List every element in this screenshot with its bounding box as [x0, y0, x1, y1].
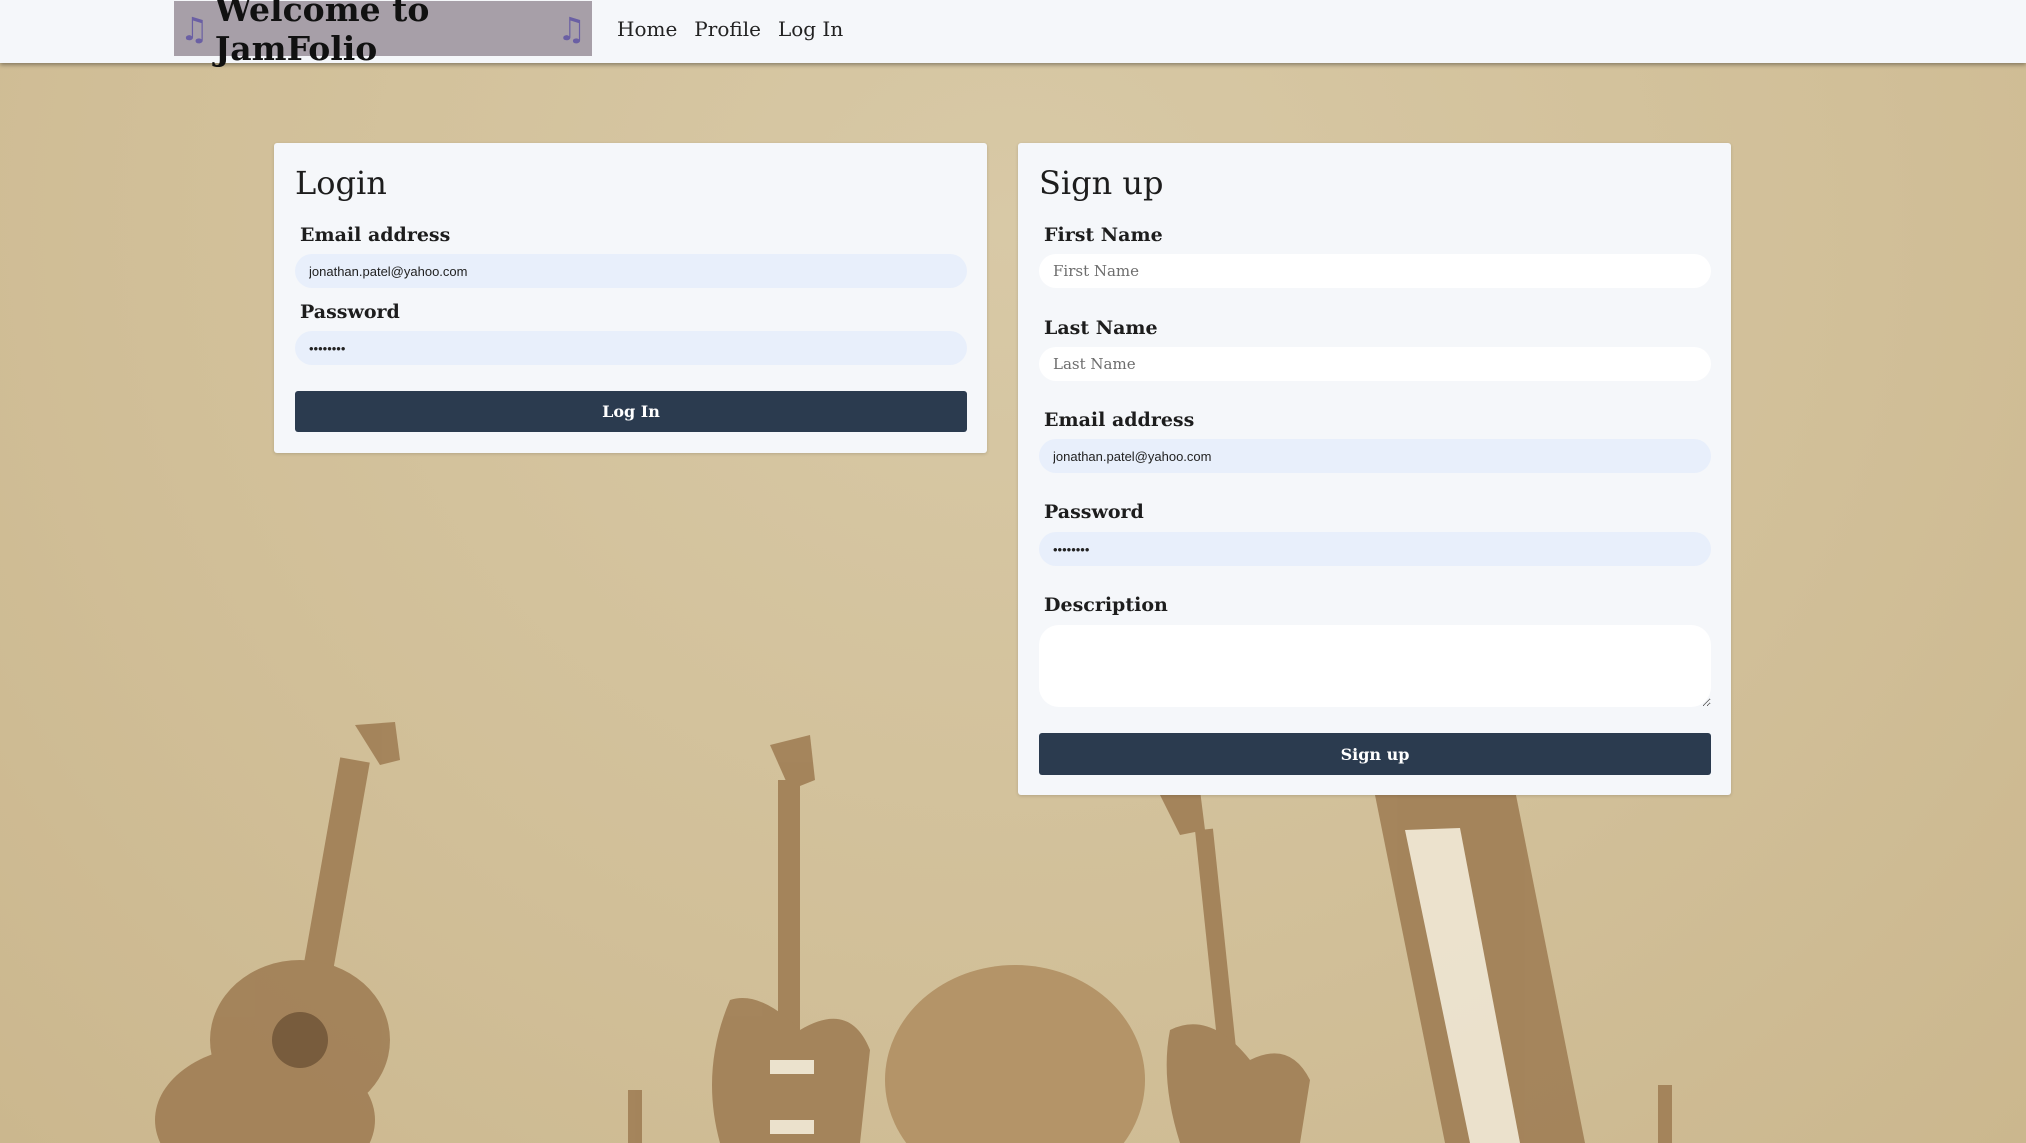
microphone-image-2	[1658, 1085, 1672, 1143]
login-password-input[interactable]	[295, 331, 967, 365]
microphone-image	[628, 1090, 642, 1143]
last-name-label: Last Name	[1044, 317, 1158, 339]
login-card: Login Email address Password Log In	[274, 143, 987, 453]
description-label: Description	[1044, 594, 1168, 616]
acoustic-guitar-image	[155, 722, 400, 1143]
electric-guitar-image	[712, 735, 870, 1143]
nav-profile-link[interactable]: Profile	[694, 17, 761, 41]
nav-login-link[interactable]: Log In	[778, 17, 843, 41]
keyboard-image	[1375, 790, 1585, 1143]
brand-logo[interactable]: ♫ Welcome to JamFolio ♫	[174, 0, 592, 68]
music-note-icon: ♫	[180, 9, 209, 48]
first-name-label: First Name	[1044, 224, 1163, 246]
signup-email-input[interactable]	[1039, 439, 1711, 473]
description-textarea[interactable]	[1039, 625, 1711, 707]
login-title: Login	[295, 164, 387, 202]
login-password-label: Password	[300, 301, 400, 323]
cymbal-image	[885, 965, 1145, 1143]
login-submit-button[interactable]: Log In	[295, 391, 967, 432]
last-name-input[interactable]	[1039, 347, 1711, 381]
signup-password-label: Password	[1044, 501, 1144, 523]
login-email-input[interactable]	[295, 254, 967, 288]
bass-guitar-image	[1160, 790, 1310, 1143]
signup-email-label: Email address	[1044, 409, 1195, 431]
signup-title: Sign up	[1039, 164, 1164, 202]
login-email-label: Email address	[300, 224, 451, 246]
brand-title: Welcome to JamFolio	[214, 0, 430, 68]
signup-submit-button[interactable]: Sign up	[1039, 733, 1711, 775]
signup-card: Sign up First Name Last Name Email addre…	[1018, 143, 1731, 795]
nav-links: Home Profile Log In	[617, 17, 843, 41]
nav-home-link[interactable]: Home	[617, 17, 677, 41]
music-note-icon: ♫	[557, 9, 586, 48]
signup-password-input[interactable]	[1039, 532, 1711, 566]
top-navbar: ♫ Welcome to JamFolio ♫ Home Profile Log…	[0, 0, 2026, 68]
first-name-input[interactable]	[1039, 254, 1711, 288]
